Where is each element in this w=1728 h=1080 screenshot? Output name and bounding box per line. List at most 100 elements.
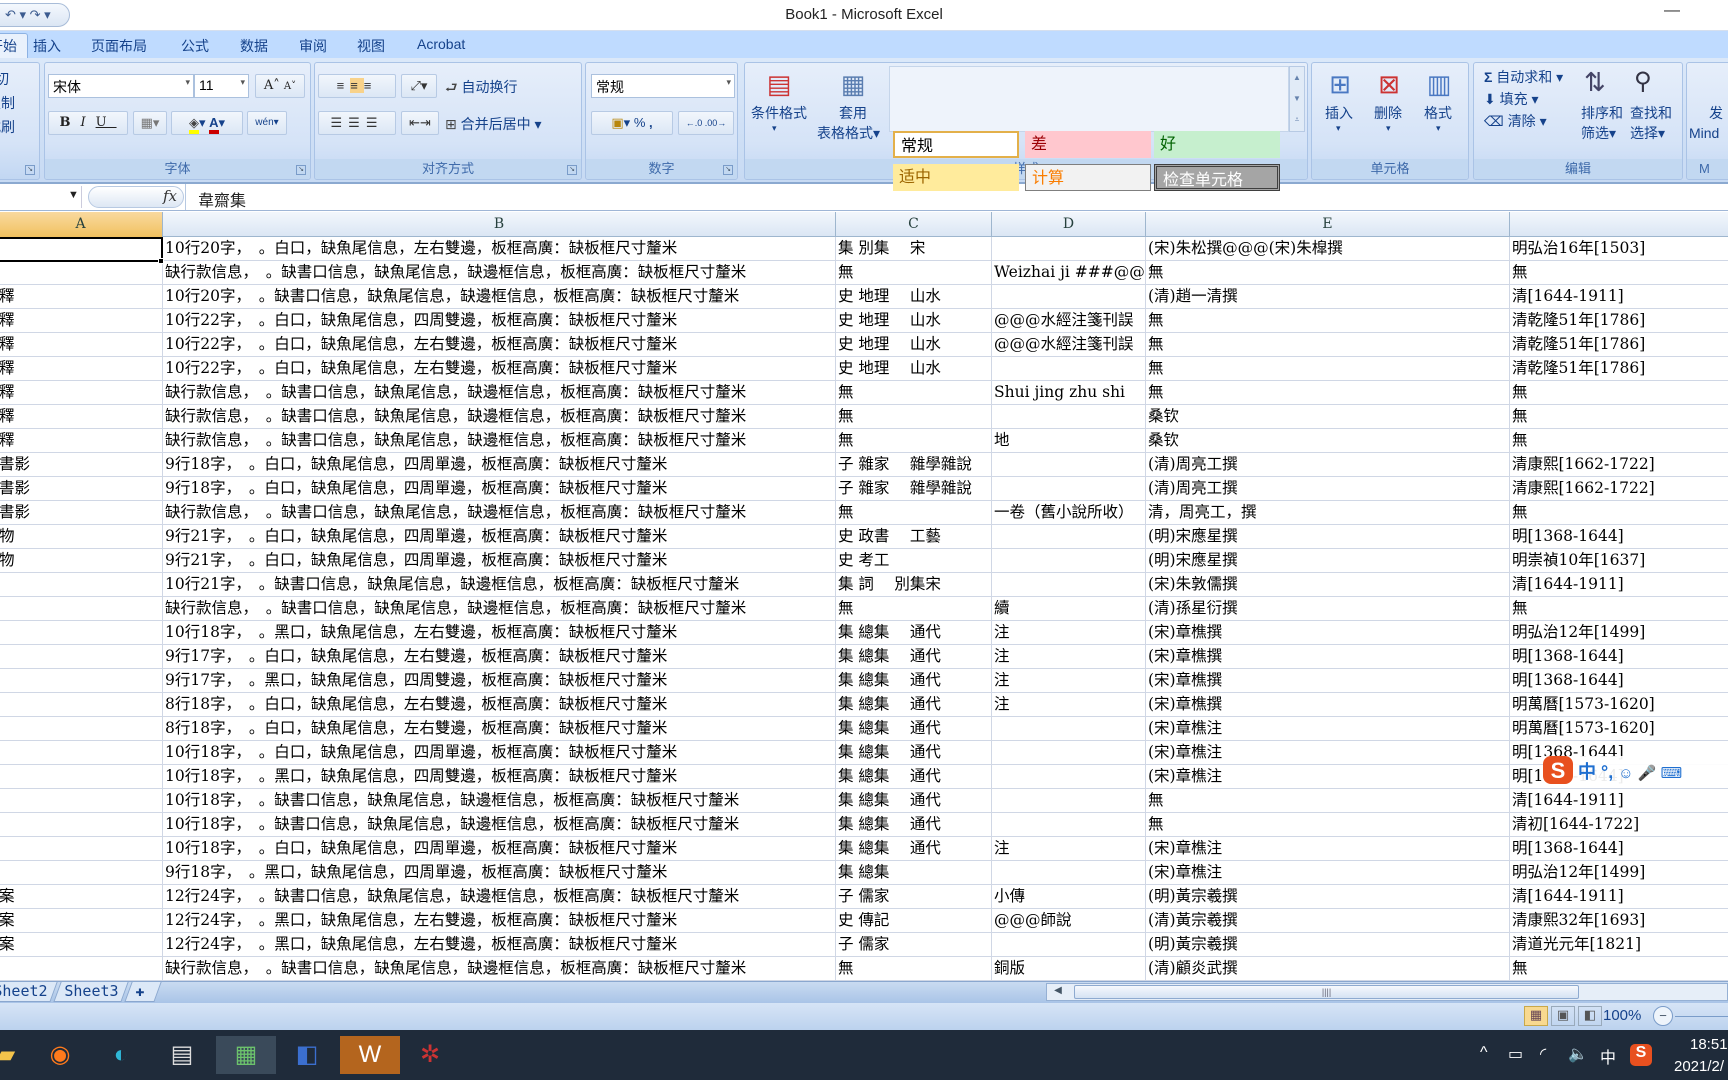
cell-c25[interactable]: 集 總集 通代 [836, 813, 992, 836]
cell-24[interactable]: 清[1644-1911] [1510, 789, 1728, 812]
cell-b17[interactable]: 10行18字， 。黑口，缺魚尾信息，左右雙邊，板框高廣：缺板框尺寸釐米 [163, 621, 836, 644]
cell-c19[interactable]: 集 總集 通代 [836, 669, 992, 692]
selected-cell-a1[interactable] [0, 237, 163, 262]
cell-e3[interactable]: (清)趙一清撰 [1146, 285, 1510, 308]
cell-17[interactable]: 明弘治12年[1499] [1510, 621, 1728, 644]
cell-b3[interactable]: 10行20字， 。缺書口信息，缺魚尾信息，缺邊框信息，板框高廣：缺板框尺寸釐米 [163, 285, 836, 308]
format-button[interactable]: 格式 [1424, 103, 1452, 123]
cell-c16[interactable]: 無 [836, 597, 992, 620]
cell-11[interactable]: 清康熙[1662-1722] [1510, 477, 1728, 500]
cell-style-1[interactable]: 差 [1025, 131, 1151, 158]
cell-d1[interactable] [992, 237, 1146, 260]
volume-icon[interactable]: 🔈 [1568, 1044, 1588, 1064]
sheet-tab-sheet3[interactable]: Sheet3 [53, 982, 129, 1002]
cell-e29[interactable]: (清)黃宗羲撰 [1146, 909, 1510, 932]
cell-b1[interactable]: 10行20字， 。白口，缺魚尾信息，左右雙邊，板框高廣：缺板框尺寸釐米 [163, 237, 836, 260]
cell-e22[interactable]: (宋)章樵注 [1146, 741, 1510, 764]
clock-date[interactable]: 2021/2/ [1674, 1058, 1724, 1075]
sort-filter-button[interactable]: 排序和 筛选▾ [1581, 103, 1623, 143]
zoom-slider[interactable] [1675, 1016, 1728, 1017]
cell-e15[interactable]: (宋)朱敦儒撰 [1146, 573, 1510, 596]
cell-b22[interactable]: 10行18字， 。白口，缺魚尾信息，四周單邊，板框高廣：缺板框尺寸釐米 [163, 741, 836, 764]
ime-toolbar[interactable]: S 中 °, ☺ 🎤 ⌨ [1543, 756, 1728, 786]
column-header-e[interactable]: E [1146, 212, 1510, 237]
cell-b6[interactable]: 10行22字， 。白口，缺魚尾信息，左右雙邊，板框高廣：缺板框尺寸釐米 [163, 357, 836, 380]
merge-center-button[interactable]: ⊞ 合并后居中 ▾ [445, 114, 542, 134]
mindmanager-icon[interactable]: ◧ [283, 1036, 331, 1074]
cell-d6[interactable] [992, 357, 1146, 380]
cell-d27[interactable] [992, 861, 1146, 884]
tab-formulas[interactable]: 公式 [181, 36, 209, 56]
zoom-out-button[interactable]: − [1653, 1006, 1673, 1026]
cell-a12[interactable]: 書影 [0, 501, 163, 524]
insert-button[interactable]: 插入 [1325, 103, 1353, 123]
cell-d10[interactable] [992, 453, 1146, 476]
grow-shrink-font-buttons[interactable]: A˄ A˅ [255, 74, 305, 98]
fill-button[interactable]: ⬇ 填充 ▾ [1484, 89, 1539, 109]
tab-review[interactable]: 审阅 [299, 36, 327, 56]
edge-icon[interactable]: ◐ [97, 1036, 145, 1074]
horizontal-align-buttons[interactable]: ☰☰☰ [318, 111, 396, 135]
ime-mode-toggle[interactable]: 中 [1578, 762, 1596, 782]
cell-b10[interactable]: 9行18字， 。白口，缺魚尾信息，四周單邊，板框高廣：缺板框尺寸釐米 [163, 453, 836, 476]
cell-e18[interactable]: (宋)章樵撰 [1146, 645, 1510, 668]
cell-d13[interactable] [992, 525, 1146, 548]
decrease-decimal-button[interactable]: .00→ [705, 118, 727, 128]
sort-filter-icon[interactable]: ⇅ [1584, 67, 1606, 98]
cell-9[interactable]: 無 [1510, 429, 1728, 452]
cell-c15[interactable]: 集 詞 別集宋 [836, 573, 992, 596]
cell-e26[interactable]: (宋)章樵注 [1146, 837, 1510, 860]
firefox-icon[interactable]: ◉ [36, 1036, 84, 1074]
cell-a18[interactable] [0, 645, 163, 668]
cell-10[interactable]: 清康熙[1662-1722] [1510, 453, 1728, 476]
cell-e11[interactable]: (清)周亮工撰 [1146, 477, 1510, 500]
cell-d19[interactable]: 注 [992, 669, 1146, 692]
percent-button[interactable]: % [634, 115, 646, 130]
cell-e28[interactable]: (明)黃宗羲撰 [1146, 885, 1510, 908]
italic-button[interactable]: I [80, 115, 95, 130]
delete-cells-icon[interactable]: ⊠ [1371, 69, 1407, 100]
cell-d5[interactable]: @@@水經注箋刊誤 [992, 333, 1146, 356]
currency-percent-comma[interactable]: ▣▾ % , [591, 111, 673, 135]
cell-e5[interactable]: 無 [1146, 333, 1510, 356]
indent-buttons[interactable]: ⇤⇥ [401, 111, 439, 135]
cell-12[interactable]: 無 [1510, 501, 1728, 524]
cell-e16[interactable]: (清)孫星衍撰 [1146, 597, 1510, 620]
cell-26[interactable]: 明[1368-1644] [1510, 837, 1728, 860]
mindmanager-button[interactable]: Mind [1689, 125, 1719, 141]
alignment-dialog-launcher-icon[interactable]: ↘ [567, 165, 577, 175]
cell-e8[interactable]: 桑钦 [1146, 405, 1510, 428]
cell-d12[interactable]: 一卷（舊小說所收） [992, 501, 1146, 524]
cell-d29[interactable]: @@@師說 [992, 909, 1146, 932]
cell-d14[interactable] [992, 549, 1146, 572]
cell-c3[interactable]: 史 地理 山水 [836, 285, 992, 308]
cell-c12[interactable]: 無 [836, 501, 992, 524]
cell-e6[interactable]: 無 [1146, 357, 1510, 380]
cell-b31[interactable]: 缺行款信息， 。缺書口信息，缺魚尾信息，缺邊框信息，板框高廣：缺板框尺寸釐米 [163, 957, 836, 980]
cell-e27[interactable]: (宋)章樵注 [1146, 861, 1510, 884]
cell-b16[interactable]: 缺行款信息， 。缺書口信息，缺魚尾信息，缺邊框信息，板框高廣：缺板框尺寸釐米 [163, 597, 836, 620]
clear-button[interactable]: ⌫ 清除 ▾ [1484, 111, 1547, 131]
zoom-level[interactable]: 100% [1603, 1007, 1641, 1024]
cell-c14[interactable]: 史 考工 [836, 549, 992, 572]
tab-acrobat[interactable]: Acrobat [417, 36, 465, 52]
format-as-table-label-1[interactable]: 套用 [839, 103, 867, 123]
minimize-button[interactable]: — [1664, 2, 1680, 20]
cell-e13[interactable]: (明)宋應星撰 [1146, 525, 1510, 548]
cell-b4[interactable]: 10行22字， 。白口，缺魚尾信息，四周雙邊，板框高廣：缺板框尺寸釐米 [163, 309, 836, 332]
tab-home[interactable]: 开始 [0, 33, 28, 58]
cell-style-2[interactable]: 好 [1154, 131, 1280, 158]
cell-a30[interactable]: 案 [0, 933, 163, 956]
cell-c13[interactable]: 史 政書 工藝 [836, 525, 992, 548]
cell-d3[interactable] [992, 285, 1146, 308]
cell-c8[interactable]: 無 [836, 405, 992, 428]
tray-ime-indicator[interactable]: 中 [1600, 1044, 1616, 1068]
bold-button[interactable]: B [59, 115, 80, 130]
cell-e1[interactable]: (宋)朱松撰@@@(宋)朱槹撰 [1146, 237, 1510, 260]
cell-a17[interactable] [0, 621, 163, 644]
cell-e20[interactable]: (宋)章樵撰 [1146, 693, 1510, 716]
binoculars-icon[interactable]: ⚲ [1634, 67, 1652, 96]
cell-style-5[interactable]: 检查单元格 [1154, 164, 1280, 191]
cell-e2[interactable]: 無 [1146, 261, 1510, 284]
cell-a4[interactable]: 釋 [0, 309, 163, 332]
